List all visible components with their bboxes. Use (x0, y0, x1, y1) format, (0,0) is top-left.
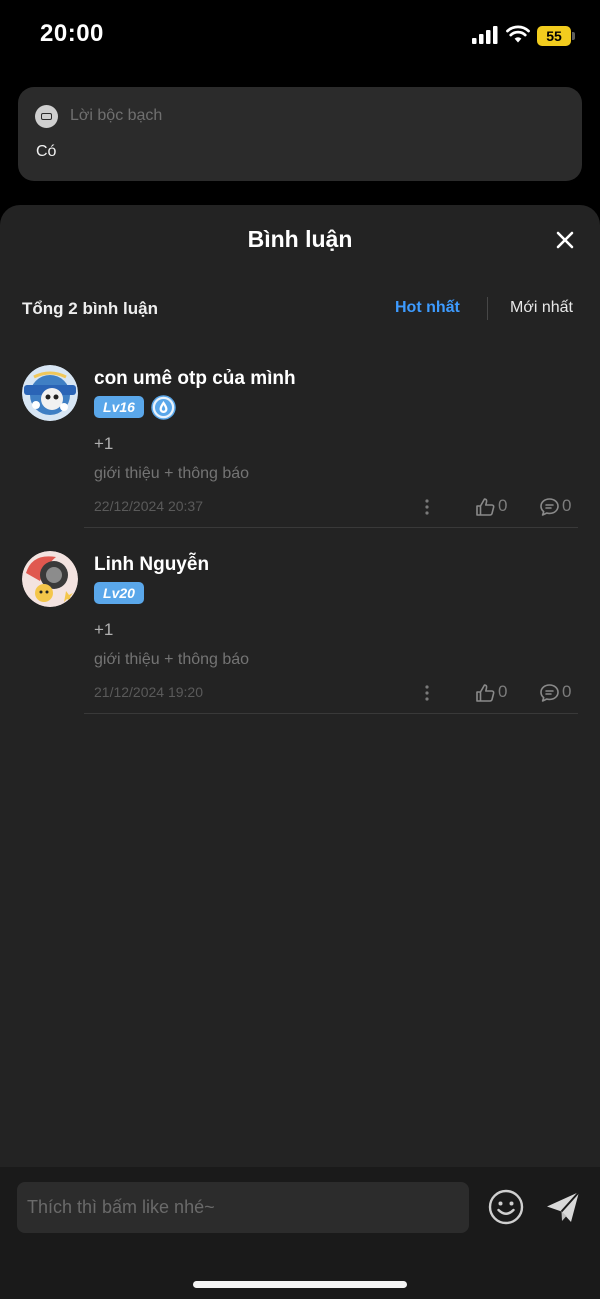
home-indicator (193, 1281, 407, 1288)
like-icon[interactable] (475, 683, 496, 703)
comment-subtext: giới thiệu + thông báo (94, 651, 250, 668)
comment-author[interactable]: con umê otp của mình (94, 368, 296, 390)
battery-tip (572, 32, 575, 40)
emoji-icon[interactable] (487, 1188, 525, 1226)
comment-divider (84, 527, 578, 528)
sort-divider (487, 297, 488, 320)
comment-date: 22/12/2024 20:37 (94, 498, 203, 514)
reply-icon[interactable] (539, 683, 560, 703)
comment-author[interactable]: Linh Nguyễn (94, 554, 209, 576)
message-icon (35, 105, 58, 128)
confession-card: Lời bộc bạch Có (18, 87, 582, 181)
reply-count: 0 (562, 496, 572, 515)
like-icon[interactable] (475, 497, 496, 517)
avatar[interactable] (22, 551, 78, 607)
comment-composer (0, 1167, 600, 1299)
like-count: 0 (498, 496, 508, 515)
close-icon[interactable] (554, 229, 576, 251)
drop-badge-icon (151, 395, 176, 420)
more-icon[interactable] (422, 498, 432, 516)
like-count: 0 (498, 682, 508, 701)
comments-sheet: Bình luận Tổng 2 bình luận Hot nhất Mới … (0, 205, 600, 1167)
sort-new-tab[interactable]: Mới nhất (510, 299, 573, 317)
sheet-title: Bình luận (247, 226, 353, 252)
comment-input[interactable] (17, 1182, 469, 1233)
signal-icon (472, 26, 498, 44)
status-time: 20:00 (40, 20, 104, 47)
comment-body: +1 (94, 434, 114, 453)
comment-body: +1 (94, 620, 114, 639)
level-badge: Lv16 (94, 396, 144, 418)
comment-date: 21/12/2024 19:20 (94, 684, 203, 700)
comment-divider (84, 713, 578, 714)
wifi-icon (506, 25, 530, 43)
comment-item: Linh Nguyễn Lv20 +1 giới thiệu + thông b… (0, 541, 600, 721)
reply-icon[interactable] (539, 497, 560, 517)
avatar[interactable] (22, 365, 78, 421)
confession-text: Có (36, 143, 57, 160)
comment-item: con umê otp của mình Lv16 +1 giới thiệu … (0, 355, 600, 535)
confession-label: Lời bộc bạch (70, 107, 163, 124)
send-icon[interactable] (544, 1188, 582, 1226)
reply-count: 0 (562, 682, 572, 701)
level-badge: Lv20 (94, 582, 144, 604)
comment-total: Tổng 2 bình luận (22, 299, 158, 318)
more-icon[interactable] (422, 684, 432, 702)
battery-indicator: 55 (537, 26, 571, 46)
status-bar: 20:00 55 (0, 0, 600, 72)
comment-subtext: giới thiệu + thông báo (94, 465, 250, 482)
sort-hot-tab[interactable]: Hot nhất (395, 299, 460, 317)
